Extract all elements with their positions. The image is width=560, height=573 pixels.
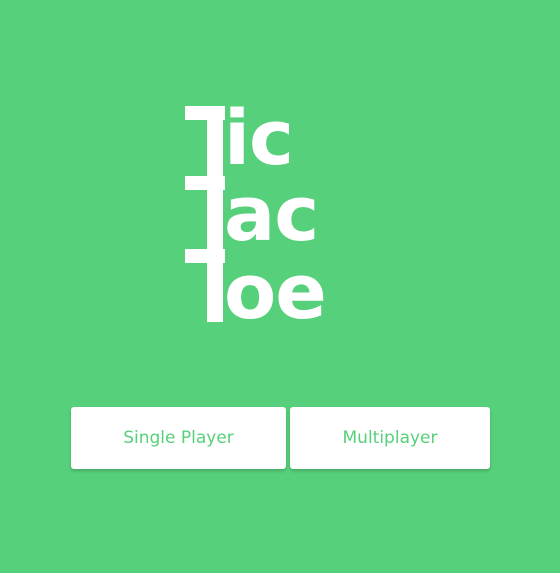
logo-t-crossbar-3	[185, 249, 225, 263]
tic-tac-toe-logo: ic ac oe	[180, 93, 380, 330]
logo-shared-t-stem	[207, 106, 223, 322]
logo-word-tac: ac	[224, 169, 319, 258]
single-player-button[interactable]: Single Player	[71, 407, 286, 469]
game-mode-menu: Single Player Multiplayer	[71, 407, 490, 469]
logo-t-crossbar-2	[185, 176, 225, 190]
logo-word-tic: ic	[224, 93, 294, 182]
logo-t-crossbar-1	[185, 106, 225, 120]
logo-word-toe: oe	[224, 247, 327, 336]
game-screen: ic ac oe Single Player Multiplayer	[0, 0, 560, 573]
multiplayer-button[interactable]: Multiplayer	[290, 407, 490, 469]
